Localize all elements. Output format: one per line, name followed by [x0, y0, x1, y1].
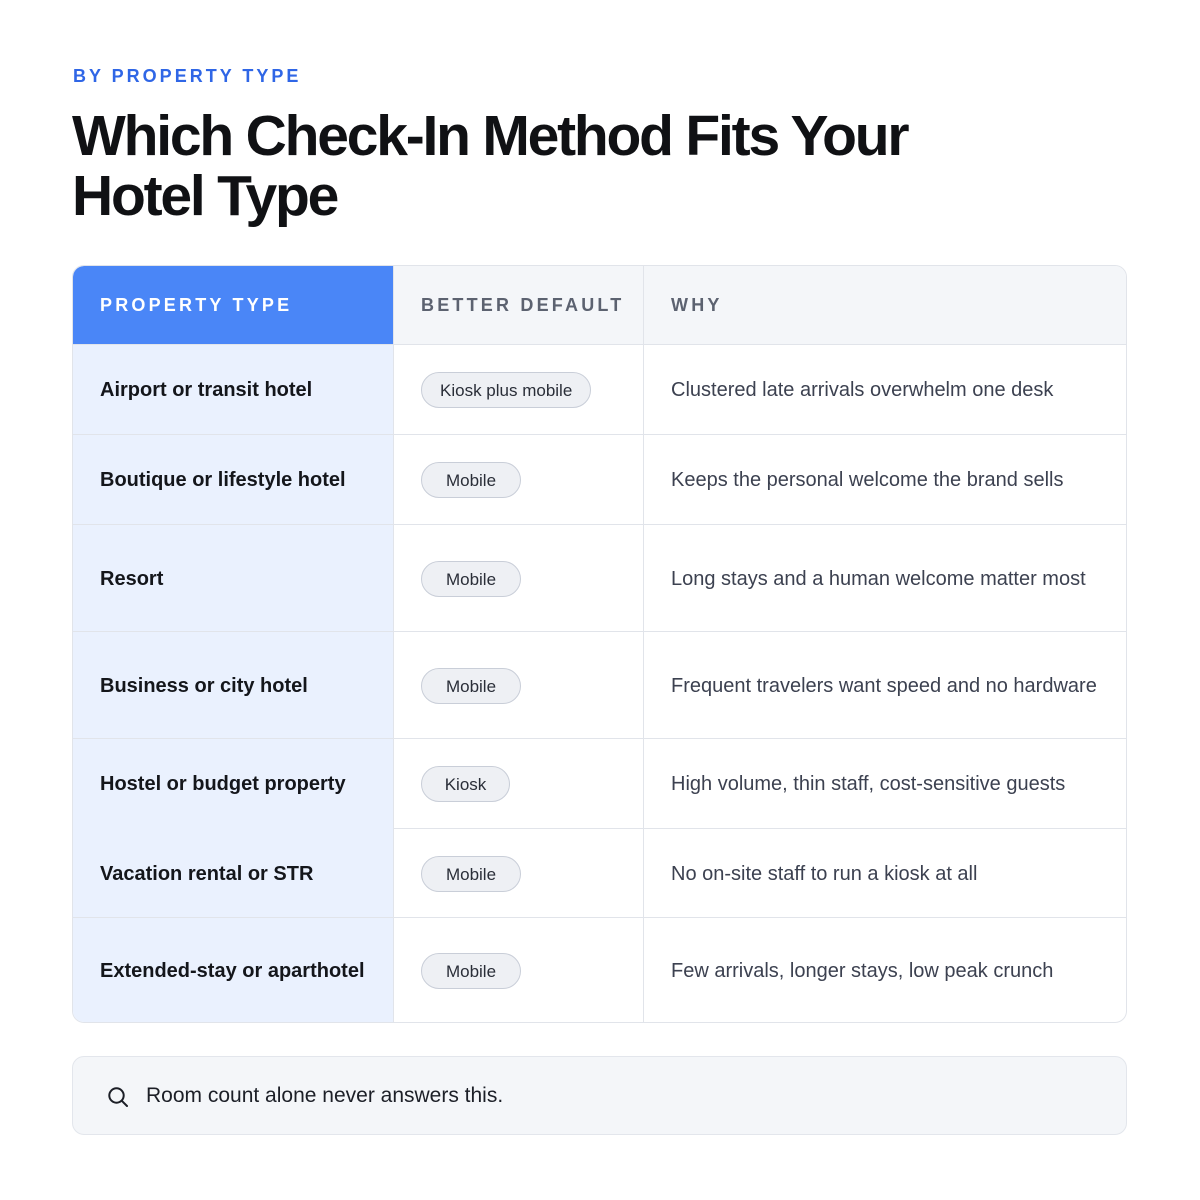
reason-cell: No on-site staff to run a kiosk at all — [671, 862, 978, 885]
better-default-cell: Mobile — [394, 525, 644, 632]
better-default-cell: Mobile — [394, 632, 644, 739]
default-method-pill: Kiosk — [421, 766, 510, 802]
reason-cell: Long stays and a human welcome matter mo… — [671, 567, 1086, 590]
default-method-pill: Kiosk plus mobile — [421, 372, 592, 408]
property-type-cell: Extended-stay or aparthotel — [100, 960, 365, 982]
default-method-pill: Mobile — [421, 953, 521, 989]
property-type-cell: Resort — [100, 567, 164, 590]
reason-cell: Few arrivals, longer stays, low peak cru… — [671, 960, 1054, 982]
eyebrow-label: BY PROPERTY TYPE — [73, 66, 302, 86]
takeaway-note: Room count alone never answers this. — [72, 1056, 1127, 1135]
better-default-cell: Kiosk — [394, 739, 644, 829]
page-title: Which Check-In Method Fits Your Hotel Ty… — [72, 104, 910, 228]
table-row: Hostel or budget property Kiosk High vol… — [73, 739, 1126, 829]
default-method-pill: Mobile — [421, 667, 521, 704]
table-row: Extended-stay or aparthotel Mobile Few a… — [73, 918, 1126, 1022]
reason-cell: Frequent travelers want speed and no har… — [671, 674, 1097, 697]
better-default-cell: Mobile — [394, 918, 644, 1022]
search-icon — [108, 1087, 128, 1107]
property-type-cell: Hostel or budget property — [100, 773, 346, 795]
better-default-cell: Mobile — [394, 435, 644, 525]
table-header-row: PROPERTY TYPE BETTER DEFAULT WHY — [73, 266, 1126, 345]
column-divider — [643, 266, 644, 1022]
column-header-property-type: PROPERTY TYPE — [73, 266, 394, 344]
comparison-table: PROPERTY TYPE BETTER DEFAULT WHY Airport… — [72, 265, 1127, 1023]
property-type-cell: Boutique or lifestyle hotel — [100, 469, 346, 491]
column-header-why: WHY — [671, 294, 723, 315]
better-default-cell: Kiosk plus mobile — [394, 345, 644, 435]
property-type-cell: Airport or transit hotel — [100, 379, 313, 401]
table-row: Airport or transit hotel Kiosk plus mobi… — [73, 345, 1126, 435]
property-type-cell: Vacation rental or STR — [100, 862, 314, 885]
column-divider — [393, 266, 394, 1022]
reason-cell: Keeps the personal welcome the brand sel… — [671, 469, 1064, 491]
better-default-cell: Mobile — [394, 829, 644, 918]
reason-cell: High volume, thin staff, cost-sensitive … — [671, 773, 1066, 795]
column-header-better-default: BETTER DEFAULT — [421, 294, 625, 315]
table-row: Resort Mobile Long stays and a human wel… — [73, 525, 1126, 632]
page: BY PROPERTY TYPE Which Check-In Method F… — [0, 0, 1200, 1200]
default-method-pill: Mobile — [421, 855, 521, 892]
property-type-cell: Business or city hotel — [100, 674, 308, 697]
reason-cell: Clustered late arrivals overwhelm one de… — [671, 379, 1054, 401]
table-row: Business or city hotel Mobile Frequent t… — [73, 632, 1126, 739]
table-row: Boutique or lifestyle hotel Mobile Keeps… — [73, 435, 1126, 525]
note-text: Room count alone never answers this. — [146, 1083, 504, 1107]
default-method-pill: Mobile — [421, 560, 521, 597]
table-row: Vacation rental or STR Mobile No on-site… — [73, 829, 1126, 918]
default-method-pill: Mobile — [421, 462, 521, 498]
